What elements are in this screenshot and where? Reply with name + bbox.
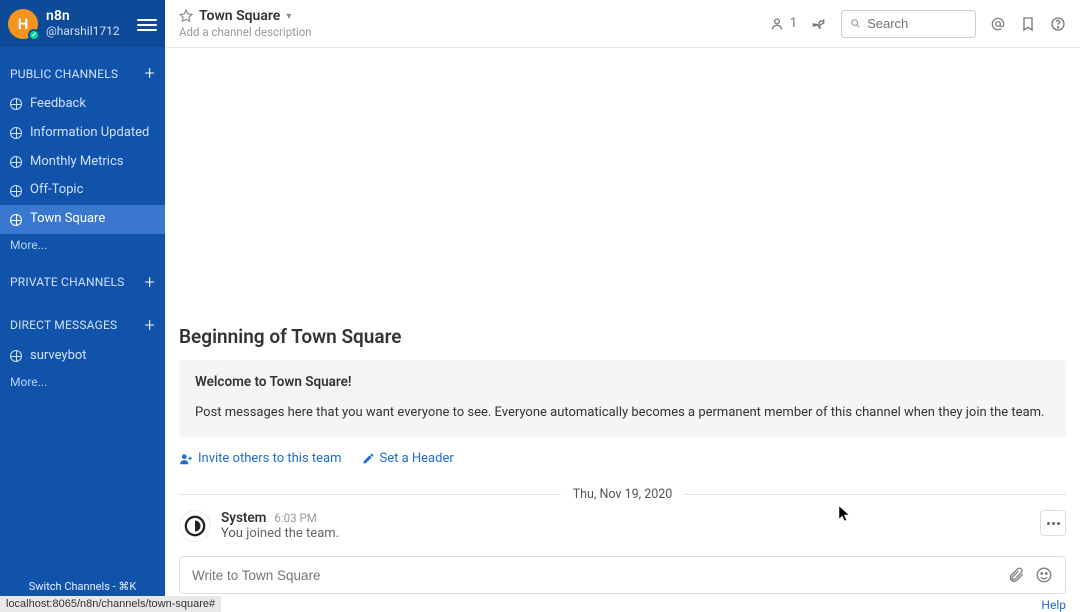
add-public-channel-icon[interactable]: + [145,63,155,84]
welcome-text: Post messages here that you want everyon… [195,404,1050,423]
chevron-down-icon[interactable]: ▾ [286,11,291,22]
system-avatar [179,510,211,542]
user-plus-icon [179,452,193,466]
search-box[interactable] [841,10,976,38]
add-private-channel-icon[interactable]: + [145,272,155,293]
post-content: System 6:03 PM You joined the team. [221,510,1066,542]
post-menu-button[interactable] [1040,510,1066,536]
invite-label: Invite others to this team [198,451,342,466]
compose-input[interactable] [192,568,997,583]
help-link[interactable]: Help [1041,598,1066,612]
sidebar-item-feedback[interactable]: Feedback [0,90,165,119]
sidebar-item-label: Town Square [30,209,105,230]
team-info[interactable]: n8n @harshil1712 [46,9,120,38]
emoji-icon[interactable] [1035,566,1053,584]
globe-icon [10,98,22,110]
date-separator: Thu, Nov 19, 2020 [179,482,1066,506]
post-system-joined: System 6:03 PM You joined the team. [165,506,1080,546]
people-icon [771,16,787,32]
pencil-icon [362,452,375,465]
direct-messages-label: DIRECT MESSAGES [10,318,117,332]
intro-heading: Beginning of Town Square [179,325,1066,348]
post-time: 6:03 PM [274,511,316,525]
sidebar: H n8n @harshil1712 PUBLIC CHANNELS + Fee… [0,0,165,612]
compose-area [165,552,1080,594]
public-channels-header: PUBLIC CHANNELS + [0,63,165,90]
channel-body: Beginning of Town Square Welcome to Town… [165,48,1080,552]
sidebar-item-surveybot[interactable]: surveybot [0,342,165,371]
channel-header: Town Square ▾ Add a channel description … [165,0,1080,48]
system-avatar-icon [184,515,206,537]
avatar-letter: H [18,15,29,33]
sidebar-item-label: Feedback [30,94,86,115]
intro-actions: Invite others to this team Set a Header [179,445,1066,482]
globe-icon [10,156,22,168]
search-input[interactable] [867,16,967,31]
private-channels-label: PRIVATE CHANNELS [10,275,125,289]
sidebar-item-information-updated[interactable]: Information Updated [0,119,165,148]
globe-icon [10,350,22,362]
pin-icon[interactable] [811,16,827,32]
member-count[interactable]: 1 [771,16,797,32]
globe-icon [10,127,22,139]
direct-messages-section: DIRECT MESSAGES + surveybot More... [0,315,165,393]
post-author: System [221,510,266,526]
channel-intro: Beginning of Town Square Welcome to Town… [165,325,1080,482]
more-dms[interactable]: More... [0,371,165,393]
attachment-icon[interactable] [1007,566,1025,584]
sidebar-item-monthly-metrics[interactable]: Monthly Metrics [0,148,165,177]
help-icon[interactable] [1050,16,1066,32]
team-name: n8n [46,9,120,24]
user-handle: @harshil1712 [46,25,120,38]
channel-title-row[interactable]: Town Square ▾ [179,8,761,24]
sidebar-item-label: surveybot [30,346,87,367]
direct-messages-header: DIRECT MESSAGES + [0,315,165,342]
globe-icon [10,185,22,197]
post-action: joined the team. [246,526,339,541]
private-channels-section: PRIVATE CHANNELS + [0,272,165,299]
globe-icon [10,214,22,226]
set-header-link[interactable]: Set a Header [362,451,454,466]
separator-date: Thu, Nov 19, 2020 [561,487,685,502]
sidebar-header: H n8n @harshil1712 [0,0,165,47]
search-icon [850,17,861,30]
post-you: You [221,526,246,541]
public-channels-section: PUBLIC CHANNELS + Feedback Information U… [0,63,165,256]
main: Town Square ▾ Add a channel description … [165,0,1080,612]
member-count-value: 1 [790,16,797,31]
help-row: Help [165,594,1080,612]
channel-description-add[interactable]: Add a channel description [179,25,761,39]
welcome-title: Welcome to Town Square! [195,374,1050,390]
team-avatar[interactable]: H [8,9,38,39]
more-public-channels[interactable]: More... [0,234,165,256]
sidebar-item-label: Monthly Metrics [30,152,123,173]
hamburger-menu-icon[interactable] [137,16,157,32]
set-header-label: Set a Header [380,451,454,466]
channel-title: Town Square [199,8,280,24]
status-badge-online-icon [28,29,40,41]
compose-box[interactable] [179,556,1066,594]
sidebar-item-town-square[interactable]: Town Square [0,205,165,234]
add-dm-icon[interactable]: + [145,315,155,336]
channel-header-right: 1 [771,10,1066,38]
sidebar-item-label: Off-Topic [30,180,83,201]
bookmark-icon[interactable] [1020,16,1036,32]
star-icon[interactable] [179,9,193,23]
public-channels-label: PUBLIC CHANNELS [10,67,118,81]
sidebar-item-label: Information Updated [30,123,149,144]
mentions-icon[interactable] [990,16,1006,32]
browser-url-hint: localhost:8065/n8n/channels/town-square# [0,596,221,612]
channel-header-left: Town Square ▾ Add a channel description [179,8,761,39]
sidebar-item-off-topic[interactable]: Off-Topic [0,176,165,205]
welcome-box: Welcome to Town Square! Post messages he… [179,360,1066,437]
private-channels-header: PRIVATE CHANNELS + [0,272,165,299]
invite-others-link[interactable]: Invite others to this team [179,451,342,466]
post-text: You joined the team. [221,526,1066,541]
